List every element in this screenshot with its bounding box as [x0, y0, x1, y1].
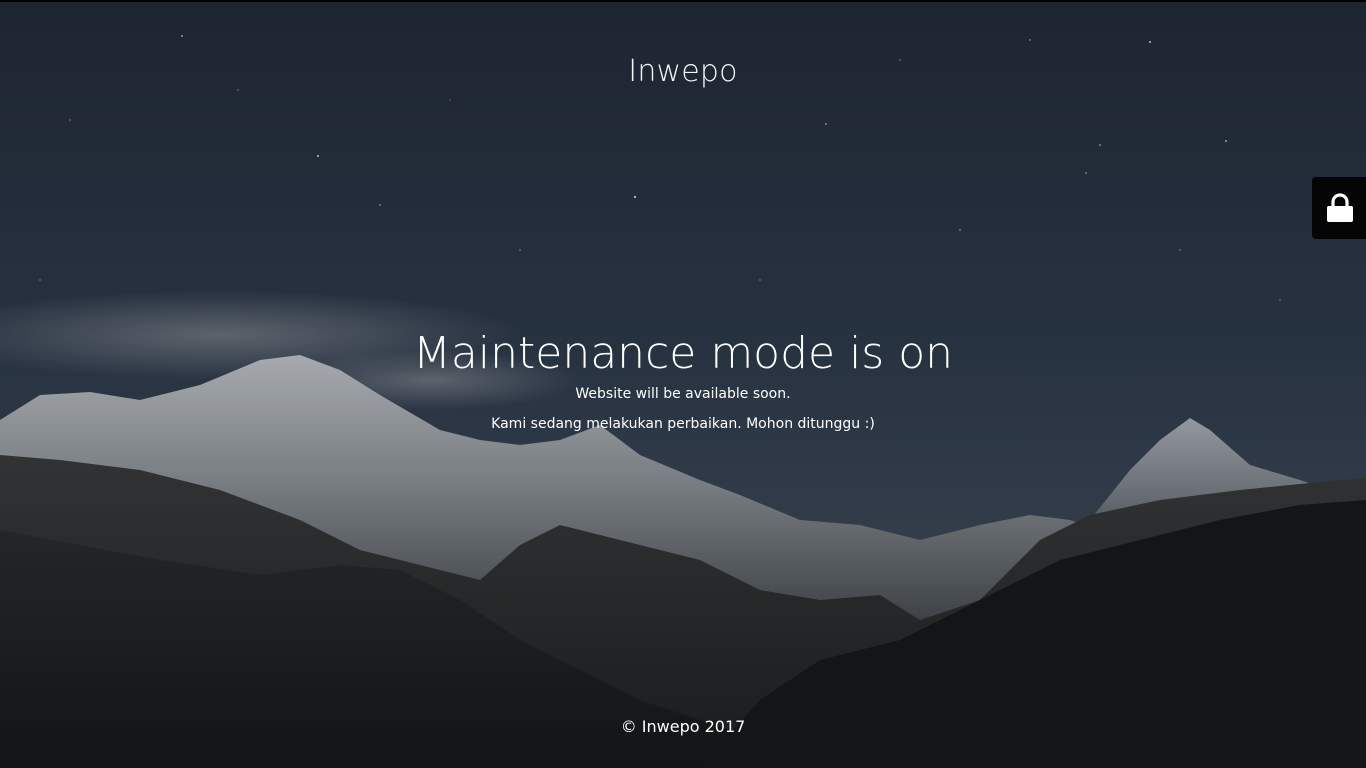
maintenance-headline: Maintenance mode is on: [412, 328, 954, 379]
login-button[interactable]: [1312, 177, 1366, 239]
lock-icon: [1327, 193, 1353, 222]
availability-message: Website will be available soon.: [575, 386, 791, 402]
footer-copyright: © Inwepo 2017: [620, 717, 746, 736]
site-title: Inwepo: [628, 54, 738, 89]
mountain-background-image: [0, 0, 1366, 768]
repair-message: Kami sedang melakukan perbaikan. Mohon d…: [491, 416, 875, 432]
maintenance-page: Inwepo Maintenance mode is on Website wi…: [0, 0, 1366, 768]
